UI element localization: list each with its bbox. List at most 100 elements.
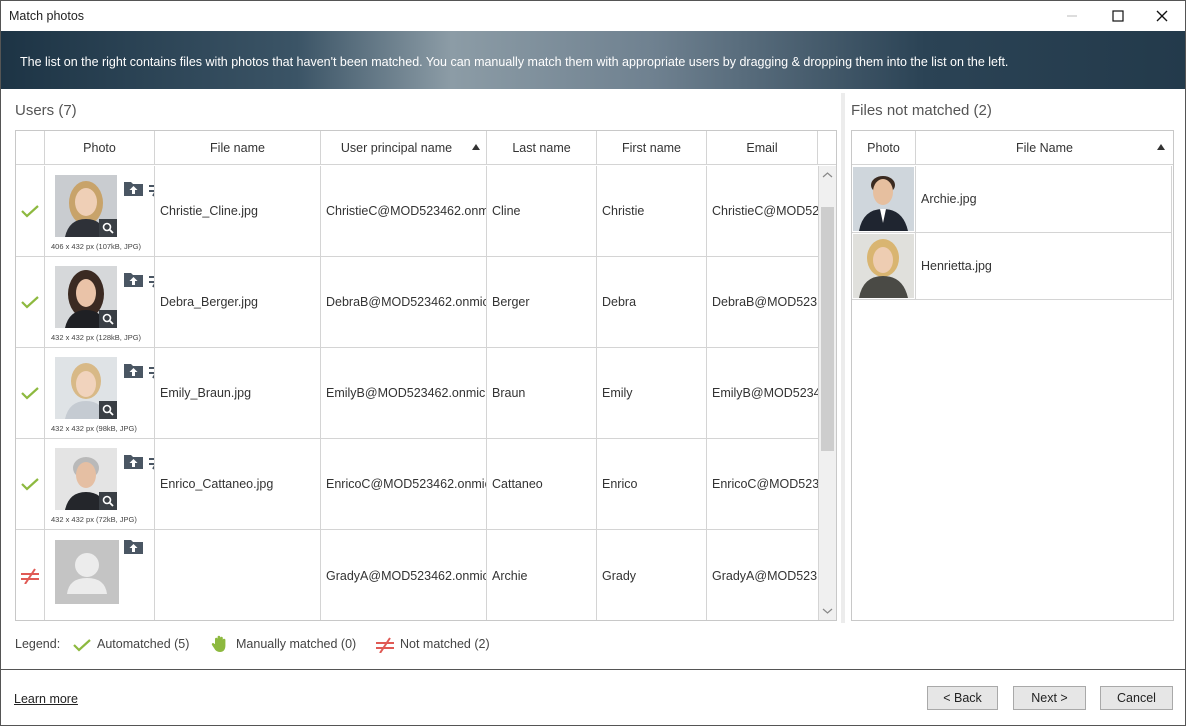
- photo-cell: [45, 530, 155, 620]
- scroll-thumb[interactable]: [821, 207, 834, 451]
- file-photo-cell: [852, 233, 916, 299]
- file-name-cell: Christie_Cline.jpg: [155, 166, 321, 256]
- header-file-photo[interactable]: Photo: [852, 131, 916, 165]
- unmatch-icon[interactable]: [147, 453, 155, 470]
- file-name-cell: Archie.jpg: [921, 192, 977, 206]
- photo-caption: 432 x 432 px (72kB, JPG): [51, 515, 137, 524]
- header-photo[interactable]: Photo: [45, 131, 155, 165]
- file-portrait-image[interactable]: [853, 167, 914, 231]
- file-name-cell: Enrico_Cattaneo.jpg: [155, 439, 321, 529]
- header-filler: [818, 131, 836, 165]
- automatched-legend-icon: [73, 639, 91, 652]
- email-cell: EmilyB@MOD5234: [707, 348, 819, 438]
- check-icon: [21, 387, 39, 400]
- title-bar: Match photos: [1, 1, 1185, 31]
- files-not-matched-title: Files not matched (2): [851, 102, 992, 119]
- placeholder-photo[interactable]: [55, 540, 119, 604]
- photo-actions: [123, 538, 145, 558]
- unmatch-icon[interactable]: [147, 362, 155, 379]
- match-photos-window: Match photos The list on the right conta…: [0, 0, 1186, 726]
- users-title: Users (7): [15, 102, 77, 119]
- photo-actions: [123, 174, 154, 200]
- email-cell: GradyA@MOD523: [707, 530, 819, 620]
- unmatch-icon[interactable]: [147, 180, 155, 197]
- automatched-status: [16, 348, 45, 438]
- panel-splitter[interactable]: [841, 93, 845, 623]
- magnifier-icon: [102, 313, 114, 325]
- minimize-button[interactable]: [1049, 1, 1095, 31]
- zoom-button[interactable]: [99, 401, 117, 419]
- user-photo[interactable]: [55, 357, 117, 419]
- user-row[interactable]: 432 x 432 px (72kB, JPG) Enrico_Cattaneo…: [16, 439, 819, 530]
- header-file-name-sort[interactable]: File Name: [916, 131, 1173, 165]
- photo-cell: 432 x 432 px (128kB, JPG): [45, 257, 155, 347]
- scroll-up-icon[interactable]: [819, 168, 836, 182]
- magnifier-icon: [102, 495, 114, 507]
- photo-actions: [123, 265, 154, 291]
- maximize-button[interactable]: [1095, 1, 1141, 31]
- photo-caption: 406 x 432 px (107kB, JPG): [51, 242, 142, 251]
- maximize-icon: [1112, 10, 1124, 22]
- last-name-cell: Archie: [487, 530, 597, 620]
- users-grid: Photo File name User principal name Last…: [15, 130, 837, 621]
- folder-upload-icon[interactable]: [123, 453, 144, 470]
- file-portrait-image[interactable]: [853, 234, 914, 298]
- header-first-name[interactable]: First name: [597, 131, 707, 165]
- photo-caption: 432 x 432 px (98kB, JPG): [51, 424, 137, 433]
- zoom-button[interactable]: [99, 310, 117, 328]
- zoom-button[interactable]: [99, 492, 117, 510]
- upn-cell: GradyA@MOD523462.onmicı: [321, 530, 487, 620]
- last-name-cell: Braun: [487, 348, 597, 438]
- close-button[interactable]: [1139, 1, 1185, 31]
- first-name-cell: Emily: [597, 348, 707, 438]
- learn-more-link[interactable]: Learn more: [14, 692, 78, 706]
- header-status: [16, 131, 45, 165]
- folder-upload-icon[interactable]: [123, 362, 144, 379]
- email-cell: EnricoC@MOD523: [707, 439, 819, 529]
- minimize-icon: [1067, 15, 1077, 17]
- header-email[interactable]: Email: [707, 131, 818, 165]
- user-row[interactable]: 406 x 432 px (107kB, JPG) Christie_Cline…: [16, 166, 819, 257]
- file-photo-cell: [852, 166, 916, 232]
- user-photo[interactable]: [55, 175, 117, 237]
- info-banner: The list on the right contains files wit…: [1, 31, 1185, 89]
- file-name-cell: Debra_Berger.jpg: [155, 257, 321, 347]
- last-name-cell: Cline: [487, 166, 597, 256]
- first-name-cell: Christie: [597, 166, 707, 256]
- unmatch-icon[interactable]: [147, 271, 155, 288]
- user-photo[interactable]: [55, 266, 117, 328]
- header-last-name[interactable]: Last name: [487, 131, 597, 165]
- file-name-cell: [155, 530, 321, 620]
- next-button[interactable]: Next >: [1013, 686, 1086, 710]
- folder-upload-icon[interactable]: [123, 180, 144, 197]
- file-row[interactable]: Henrietta.jpg: [852, 233, 1172, 300]
- users-scrollbar[interactable]: [819, 166, 836, 620]
- file-row[interactable]: Archie.jpg: [852, 166, 1172, 233]
- user-photo[interactable]: [55, 448, 117, 510]
- upn-cell: DebraB@MOD523462.onmicı: [321, 257, 487, 347]
- first-name-cell: Debra: [597, 257, 707, 347]
- upn-cell: EnricoC@MOD523462.onmic: [321, 439, 487, 529]
- folder-upload-icon[interactable]: [123, 271, 144, 288]
- photo-cell: 432 x 432 px (72kB, JPG): [45, 439, 155, 529]
- zoom-button[interactable]: [99, 219, 117, 237]
- email-cell: DebraB@MOD523: [707, 257, 819, 347]
- header-user-principal-name[interactable]: User principal name: [321, 131, 487, 165]
- header-file-name[interactable]: File name: [155, 131, 321, 165]
- folder-upload-icon[interactable]: [123, 538, 144, 555]
- user-row[interactable]: 432 x 432 px (128kB, JPG) Debra_Berger.j…: [16, 257, 819, 348]
- user-placeholder-icon: [55, 540, 119, 604]
- back-button[interactable]: < Back: [927, 686, 998, 710]
- user-row[interactable]: GradyA@MOD523462.onmicı Archie Grady Gra…: [16, 530, 819, 620]
- user-row[interactable]: 432 x 432 px (98kB, JPG) Emily_Braun.jpg…: [16, 348, 819, 439]
- photo-actions: [123, 447, 154, 473]
- email-cell: ChristieC@MOD52: [707, 166, 819, 256]
- last-name-cell: Cattaneo: [487, 439, 597, 529]
- check-icon: [21, 296, 39, 309]
- photo-caption: 432 x 432 px (128kB, JPG): [51, 333, 142, 342]
- check-icon: [21, 205, 39, 218]
- cancel-button[interactable]: Cancel: [1100, 686, 1173, 710]
- banner-text: The list on the right contains files wit…: [20, 55, 1009, 69]
- scroll-down-icon[interactable]: [819, 604, 836, 618]
- photo-cell: 432 x 432 px (98kB, JPG): [45, 348, 155, 438]
